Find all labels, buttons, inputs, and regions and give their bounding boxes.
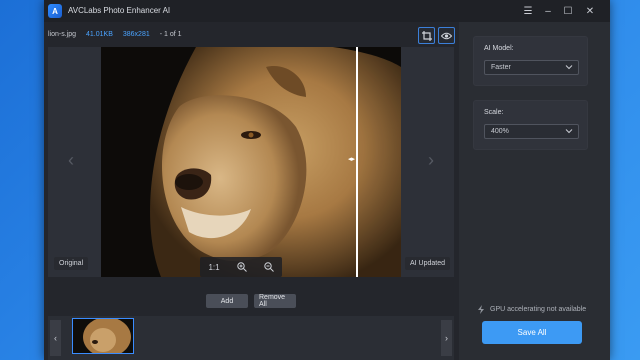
scale-card: Scale: 400%	[473, 100, 588, 150]
scale-label: Scale:	[484, 109, 504, 116]
strip-next-icon[interactable]: ›	[441, 320, 452, 356]
minimize-button[interactable]: –	[540, 3, 556, 19]
lightning-icon	[478, 305, 484, 314]
crop-icon	[421, 30, 432, 41]
save-all-button[interactable]: Save All	[482, 321, 582, 344]
zoom-out-icon[interactable]	[263, 262, 274, 272]
chevron-down-icon	[565, 129, 573, 134]
file-dimensions: 386x281	[122, 31, 150, 38]
app-logo-icon: A	[48, 4, 62, 18]
split-handle-icon[interactable]: ◂▸	[348, 155, 355, 163]
scale-value: 400%	[491, 128, 509, 135]
crop-button[interactable]	[418, 27, 435, 44]
remove-all-button[interactable]: Remove All	[254, 294, 296, 308]
strip-prev-icon[interactable]: ‹	[50, 320, 61, 356]
settings-panel: AI Model: Faster Scale: 400% GPU acceler…	[459, 22, 610, 360]
maximize-button[interactable]: ☐	[560, 3, 576, 19]
eye-icon	[441, 32, 452, 39]
image-viewer: ‹ › ◂▸ Original AI Updated 1:1	[48, 47, 454, 277]
lion-photo[interactable]: ◂▸	[101, 47, 401, 277]
thumbnail-strip: ‹ ›	[48, 316, 454, 360]
scale-select[interactable]: 400%	[484, 124, 579, 139]
zoom-toolbar: 1:1	[200, 257, 282, 277]
file-size: 41.01KB	[86, 31, 113, 38]
gpu-status-text: GPU accelerating not available	[490, 306, 587, 313]
file-info-bar: lion-s.jpg 41.01KB 386x281 - 1 of 1	[48, 31, 192, 38]
file-count: - 1 of 1	[159, 31, 182, 38]
thumbnail-item[interactable]	[72, 318, 134, 354]
app-title: AVCLabs Photo Enhancer AI	[68, 6, 171, 15]
zoom-in-icon[interactable]	[236, 262, 247, 272]
close-button[interactable]: ✕	[582, 3, 598, 19]
next-image-icon[interactable]: ›	[420, 147, 442, 173]
thumbnail-image	[73, 319, 133, 353]
ai-model-select[interactable]: Faster	[484, 60, 579, 75]
file-name: lion-s.jpg	[48, 31, 77, 38]
menu-icon[interactable]: ☰	[520, 3, 536, 19]
add-button[interactable]: Add	[206, 294, 248, 308]
ai-model-card: AI Model: Faster	[473, 36, 588, 86]
zoom-ratio-button[interactable]: 1:1	[208, 263, 219, 272]
ai-updated-label: AI Updated	[405, 257, 451, 270]
title-bar: A AVCLabs Photo Enhancer AI ☰ – ☐ ✕	[44, 0, 610, 22]
preview-panel: lion-s.jpg 41.01KB 386x281 - 1 of 1 ‹ ›	[44, 22, 459, 360]
compare-split-line[interactable]	[356, 47, 358, 277]
list-actions: Add Remove All	[206, 294, 296, 308]
original-label: Original	[54, 257, 89, 270]
gpu-status: GPU accelerating not available	[477, 305, 586, 314]
ai-model-label: AI Model:	[484, 45, 514, 52]
app-window: A AVCLabs Photo Enhancer AI ☰ – ☐ ✕ lion…	[44, 0, 610, 360]
ai-model-value: Faster	[491, 64, 511, 71]
chevron-down-icon	[565, 65, 573, 70]
preview-toggle-button[interactable]	[438, 27, 455, 44]
prev-image-icon[interactable]: ‹	[60, 147, 82, 173]
